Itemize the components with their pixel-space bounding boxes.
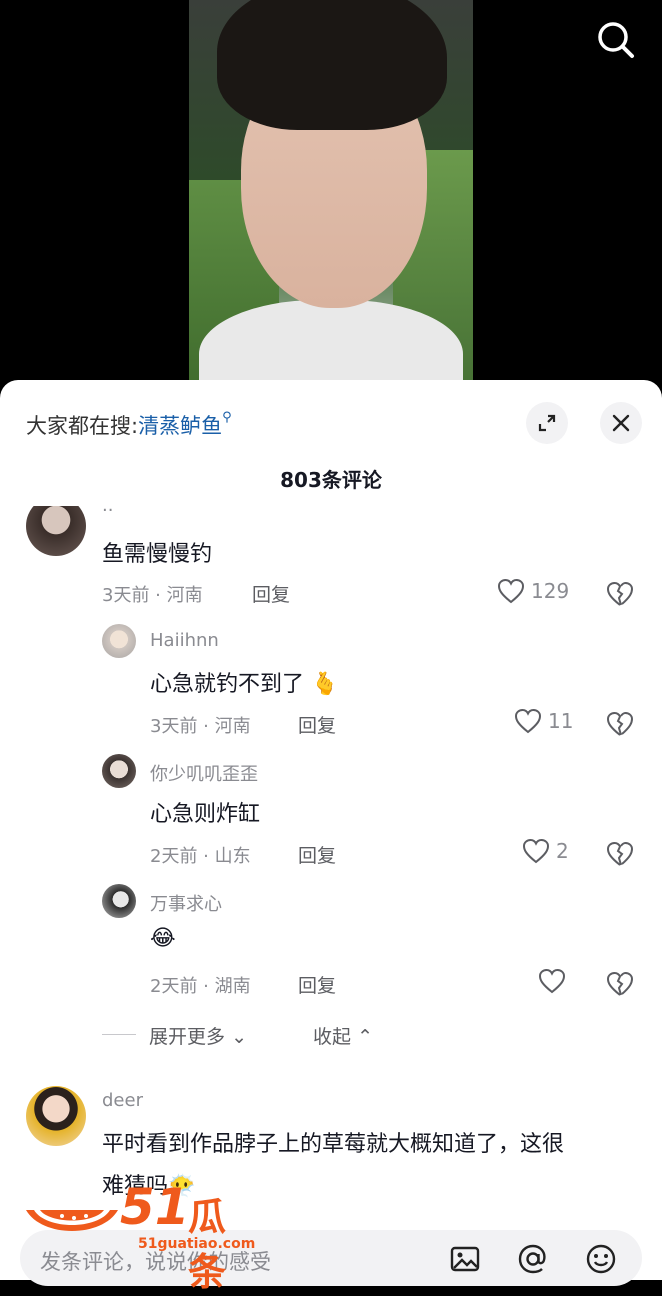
like-button[interactable]: 2 [522,838,569,864]
heart-icon [522,838,550,864]
hot-search-keyword[interactable]: 清蒸鲈鱼 [138,414,222,438]
image-icon[interactable] [448,1242,482,1276]
like-button[interactable]: 11 [514,708,573,734]
comment-username[interactable]: 你少叽叽歪歪 [150,760,258,786]
watermark-url: 51guatiao.com [138,1236,256,1252]
like-count: 11 [548,709,574,733]
reply-button[interactable]: 回复 [298,971,336,998]
reply-button[interactable]: 回复 [298,841,336,868]
comment-text: 心急则炸缸 [150,802,261,827]
comment-item[interactable]: ·· 鱼需慢慢钓 3天前 · 河南 回复 129 [0,506,662,626]
close-icon [612,414,630,432]
search-icon [598,22,634,58]
avatar[interactable] [26,1086,86,1146]
watermark-melon-icon [26,1210,118,1231]
comment-text: 😂 [150,926,176,951]
comment-username[interactable]: ·· [102,506,113,521]
comment-meta: 3天前 · 河南 [150,716,251,737]
heart-icon [497,578,525,604]
heart-icon [538,968,566,994]
divider [102,1034,136,1035]
broken-heart-icon[interactable] [606,840,634,868]
avatar[interactable] [102,754,136,788]
comment-text-content: 心急就钓不到了 [150,672,305,697]
watermark-logo: 51 瓜条 51guatiao.com [22,1176,256,1294]
hot-search-prefix: 大家都在搜: [26,414,139,438]
avatar[interactable] [26,506,86,556]
reply-item[interactable]: 你少叽叽歪歪 心急则炸缸 2天前 · 山东 回复 2 [0,754,662,884]
video-frame[interactable] [189,0,473,400]
comment-username[interactable]: Haiihnn [150,630,219,651]
collapse-label: 收起 [313,1026,352,1048]
comments-count-title: 803条评论 [280,468,382,492]
close-button[interactable] [600,402,642,444]
search-button[interactable] [594,18,638,62]
video-area[interactable] [0,0,662,400]
like-count: 129 [531,579,570,603]
like-button[interactable]: 129 [497,578,569,604]
replies-controls: 展开更多 ⌄ 收起 ⌃ [0,1022,662,1052]
broken-heart-icon[interactable] [606,580,634,608]
comment-text: 心急就钓不到了 🫰 [150,666,338,698]
broken-heart-icon[interactable] [606,970,634,998]
video-person-hair [217,0,447,130]
like-count: 2 [556,839,569,863]
comment-username[interactable]: 万事求心 [150,890,222,916]
watermark-number: 51 [120,1178,190,1236]
expand-icon [538,414,556,432]
avatar[interactable] [102,884,136,918]
comment-meta: 2天前 · 湖南 [150,976,251,997]
heart-icon [514,708,542,734]
reply-item[interactable]: Haiihnn 心急就钓不到了 🫰 3天前 · 河南 回复 11 [0,624,662,754]
comment-text: 平时看到作品脖子上的草莓就大概知道了，这很 [102,1132,565,1157]
reply-button[interactable]: 回复 [252,580,290,607]
at-icon[interactable] [516,1242,550,1276]
emoji-icon[interactable] [584,1242,618,1276]
comment-text: 鱼需慢慢钓 [102,542,213,567]
reply-button[interactable]: 回复 [298,711,336,738]
comment-username[interactable]: deer [102,1090,143,1111]
chevron-down-icon: ⌄ [231,1026,247,1048]
expand-button[interactable] [526,402,568,444]
comment-sheet: 大家都在搜:清蒸鲈鱼⚲ 803条评论 ·· 鱼需慢慢钓 3天前 · 河南 回复 [0,380,662,1294]
reply-item[interactable]: 万事求心 😂 2天前 · 湖南 回复 [0,884,662,1014]
comment-meta: 3天前 · 河南 [102,585,203,606]
hot-search[interactable]: 大家都在搜:清蒸鲈鱼⚲ [26,410,232,440]
broken-heart-icon[interactable] [606,710,634,738]
comment-emoji: 🫰 [311,672,339,697]
expand-more-button[interactable]: 展开更多 ⌄ [149,1022,247,1049]
hot-search-icon: ⚲ [222,410,232,425]
avatar[interactable] [102,624,136,658]
collapse-button[interactable]: 收起 ⌃ [313,1022,373,1049]
expand-more-label: 展开更多 [149,1026,226,1048]
chevron-up-icon: ⌃ [357,1026,373,1048]
comment-list[interactable]: ·· 鱼需慢慢钓 3天前 · 河南 回复 129 Haiihnn 心急就钓不到了… [0,506,662,1220]
comment-meta: 2天前 · 山东 [150,846,251,867]
like-button[interactable] [538,968,566,994]
